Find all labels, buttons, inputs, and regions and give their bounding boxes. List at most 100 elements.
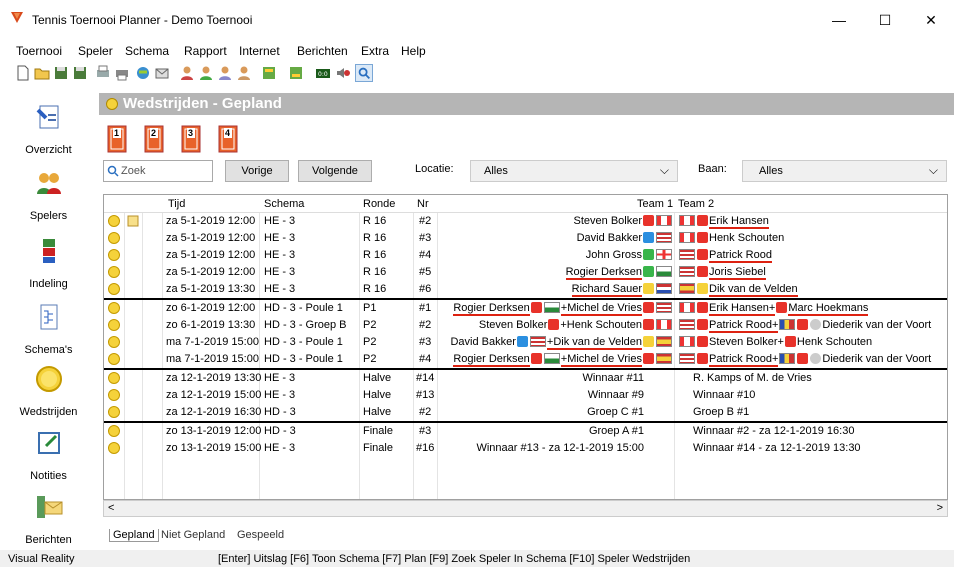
table-row[interactable]: za 12-1-2019 13:30 HE - 3 Halve #14 Winn… [104, 370, 947, 387]
save-as-icon[interactable] [71, 64, 89, 82]
save-icon[interactable] [52, 64, 70, 82]
court-4-button[interactable]: 4 [218, 125, 238, 153]
player-name[interactable]: Rogier Derksen [565, 266, 642, 280]
player-name[interactable]: Diederik van der Voort [822, 319, 931, 331]
tab-gespeeld[interactable]: Gespeeld [237, 529, 284, 541]
flag-usa-icon [679, 319, 695, 330]
print-icon[interactable] [113, 64, 131, 82]
email-icon[interactable] [153, 64, 171, 82]
status-dot-icon [108, 283, 120, 295]
player-name[interactable]: Rogier Derksen [453, 302, 530, 316]
player-name[interactable]: Erik Hansen+ [709, 302, 776, 316]
column-header-schema[interactable]: Schema [264, 198, 304, 210]
court-1-button[interactable]: 1 [107, 125, 127, 153]
schedule-dropdown-icon[interactable] [287, 64, 305, 82]
matches-grid[interactable]: Tijd Schema Ronde Nr Team 1 Team 2 za 5-… [103, 194, 948, 500]
table-row[interactable]: ma 7-1-2019 15:00 HD - 3 - Poule 1 P2 #4… [104, 351, 947, 368]
tab-niet-gepland[interactable]: Niet Gepland [161, 529, 225, 541]
close-button[interactable]: ✕ [908, 6, 954, 34]
menu-extra[interactable]: Extra [361, 44, 389, 58]
table-row[interactable]: za 5-1-2019 12:00 HE - 3 R 16 #5 Rogier … [104, 264, 947, 281]
player-name[interactable]: David Bakker [450, 336, 515, 348]
player-name[interactable]: Joris Siebel [709, 266, 766, 280]
player-name[interactable]: Henk Schouten [797, 336, 872, 348]
flag-canada-icon [679, 232, 695, 243]
web-icon[interactable] [134, 64, 152, 82]
player-name[interactable]: Patrick Rood+ [709, 319, 779, 333]
player-name[interactable]: Marc Hoekmans [788, 302, 869, 316]
table-row[interactable]: zo 13-1-2019 15:00 HE - 3 Finale #16 Win… [104, 440, 947, 457]
new-file-icon[interactable] [14, 64, 32, 82]
column-header-team1[interactable]: Team 1 [637, 198, 673, 210]
menu-berichten[interactable]: Berichten [297, 44, 348, 58]
column-header-time[interactable]: Tijd [168, 198, 185, 210]
table-row[interactable]: zo 6-1-2019 13:30 HD - 3 - Groep B P2 #2… [104, 317, 947, 334]
player-name[interactable]: Patrick Rood+ [709, 353, 779, 367]
add-player-icon[interactable] [178, 64, 196, 82]
maximize-button[interactable]: ☐ [862, 6, 908, 34]
player-name[interactable]: Dik van de Velden [709, 283, 798, 297]
player-name[interactable]: Diederik van der Voort [822, 353, 931, 365]
column-header-round[interactable]: Ronde [363, 198, 395, 210]
player-name[interactable]: +Henk Schouten [560, 319, 642, 331]
table-row[interactable]: za 5-1-2019 13:30 HE - 3 R 16 #6 Richard… [104, 281, 947, 298]
player-name[interactable]: +Dik van de Velden [546, 336, 642, 350]
next-button[interactable]: Volgende [298, 160, 372, 182]
minimize-button[interactable]: — [816, 6, 862, 34]
sidebar-item-overzicht[interactable]: Overzicht [0, 102, 97, 172]
open-folder-icon[interactable] [33, 64, 51, 82]
table-row[interactable]: za 5-1-2019 12:00 HE - 3 R 16 #4 John Gr… [104, 247, 947, 264]
player-name[interactable]: David Bakker [577, 232, 642, 244]
previous-button[interactable]: Vorige [225, 160, 289, 182]
menu-schema[interactable]: Schema [125, 44, 169, 58]
column-header-nr[interactable]: Nr [417, 198, 429, 210]
status-dot-icon [108, 406, 120, 418]
player-name[interactable]: Patrick Rood [709, 249, 772, 263]
table-row[interactable]: za 12-1-2019 16:30 HD - 3 Halve #2 Groep… [104, 404, 947, 421]
sidebar-item-spelers[interactable]: Spelers [0, 168, 97, 238]
sidebar-item-wedstrijden[interactable]: Wedstrijden [0, 364, 97, 434]
scroll-left-icon[interactable]: < [108, 502, 114, 514]
player-name[interactable]: Richard Sauer [571, 283, 642, 297]
table-row[interactable]: za 12-1-2019 15:00 HE - 3 Halve #13 Winn… [104, 387, 947, 404]
horizontal-scrollbar[interactable]: < > [103, 500, 948, 517]
menu-help[interactable]: Help [401, 44, 426, 58]
player-search-icon[interactable] [216, 64, 234, 82]
court-2-button[interactable]: 2 [144, 125, 164, 153]
schedule-icon[interactable] [260, 64, 278, 82]
scroll-right-icon[interactable]: > [937, 502, 943, 514]
scoreboard-icon[interactable]: 0:0 [314, 64, 332, 82]
menu-toernooi[interactable]: Toernooi [16, 44, 62, 58]
table-row[interactable]: za 5-1-2019 12:00 HE - 3 R 16 #2 Steven … [104, 213, 947, 230]
tab-gepland[interactable]: Gepland [109, 529, 159, 542]
sidebar-item-schemas[interactable]: Schema's [0, 302, 97, 372]
player-list-icon[interactable] [235, 64, 253, 82]
player-icon[interactable] [197, 64, 215, 82]
menu-rapport[interactable]: Rapport [184, 44, 227, 58]
player-name[interactable]: Steven Bolker [479, 319, 547, 331]
player-name[interactable]: +Michel de Vries [560, 302, 642, 316]
table-row[interactable]: zo 13-1-2019 12:00 HD - 3 Finale #3 Groe… [104, 423, 947, 440]
column-header-team2[interactable]: Team 2 [678, 198, 714, 210]
table-row[interactable]: za 5-1-2019 12:00 HE - 3 R 16 #3 David B… [104, 230, 947, 247]
player-name[interactable]: Henk Schouten [709, 232, 784, 244]
player-name[interactable]: Rogier Derksen [453, 353, 530, 367]
player-name[interactable]: Steven Bolker+ [709, 336, 784, 348]
court-3-button[interactable]: 3 [181, 125, 201, 153]
table-row[interactable]: zo 6-1-2019 12:00 HD - 3 - Poule 1 P1 #1… [104, 300, 947, 317]
menu-internet[interactable]: Internet [239, 44, 280, 58]
search-input[interactable]: Zoek [103, 160, 213, 182]
print-preview-icon[interactable] [94, 64, 112, 82]
table-row[interactable]: ma 7-1-2019 15:00 HD - 3 - Poule 1 P2 #3… [104, 334, 947, 351]
location-select[interactable]: Alles ⌵ [470, 160, 678, 182]
player-name[interactable]: +Michel de Vries [560, 353, 642, 367]
player-name[interactable]: John Gross [586, 249, 642, 261]
sidebar-item-indeling[interactable]: Indeling [0, 236, 97, 306]
zoom-search-icon[interactable] [355, 64, 373, 82]
player-name[interactable]: Erik Hansen [709, 215, 769, 229]
sound-icon[interactable] [334, 64, 352, 82]
menu-speler[interactable]: Speler [78, 44, 113, 58]
court-select[interactable]: Alles ⌵ [742, 160, 947, 182]
player-name[interactable]: Steven Bolker [574, 215, 642, 227]
sidebar-item-notities[interactable]: Notities [0, 428, 97, 498]
